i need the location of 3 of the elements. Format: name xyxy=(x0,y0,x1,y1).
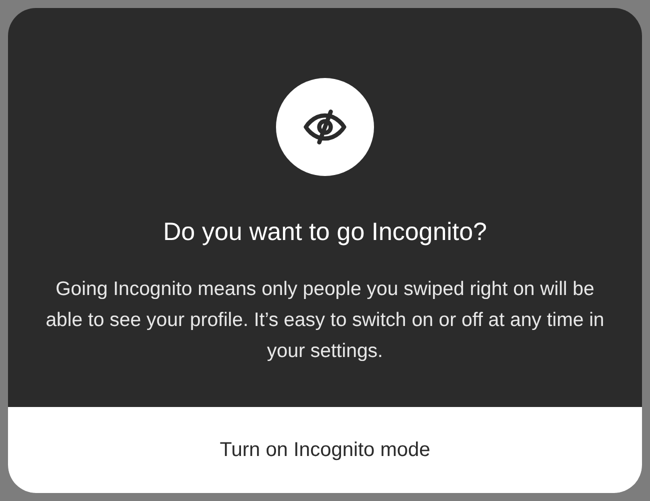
turn-on-button[interactable]: Turn on Incognito mode xyxy=(8,407,642,493)
dialog-message: Going Incognito means only people you swiped right on will be able to see your profile. It’s easy to switch on or off at any time in your settings. xyxy=(45,276,605,364)
dialog-title: Do you want to go Incognito? xyxy=(163,217,487,248)
